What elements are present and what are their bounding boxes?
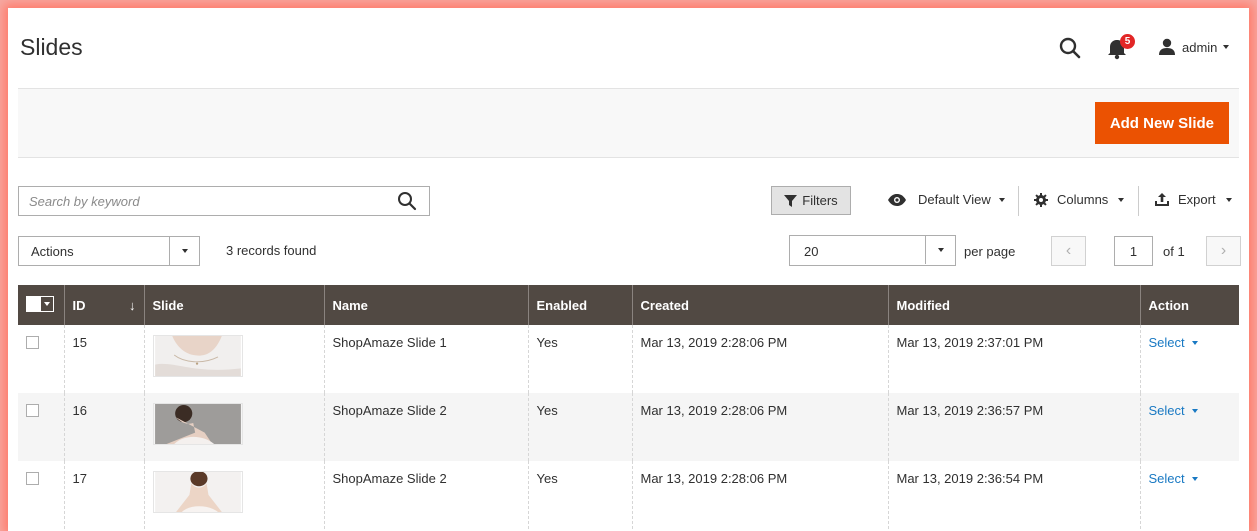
actions-label: Actions	[31, 244, 74, 259]
export-icon	[1155, 192, 1169, 206]
cell-enabled: Yes	[527, 325, 632, 393]
page-header: Slides 5 admin	[8, 8, 1249, 88]
row-checkbox[interactable]	[26, 472, 39, 485]
cell-slide	[143, 461, 324, 529]
filters-button[interactable]: Filters	[771, 186, 851, 215]
cell-modified: Mar 13, 2019 2:36:54 PM	[887, 461, 1140, 529]
chevron-down-icon	[925, 236, 955, 264]
previous-page-button[interactable]: ‹	[1051, 236, 1086, 266]
search-input[interactable]	[19, 187, 379, 215]
cell-name: ShopAmaze Slide 2	[323, 461, 528, 529]
column-header-modified[interactable]: Modified	[887, 285, 1140, 325]
page-actions-bar: Add New Slide	[18, 88, 1239, 158]
cell-created: Mar 13, 2019 2:28:06 PM	[631, 325, 888, 393]
slide-thumbnail[interactable]	[152, 471, 243, 513]
cell-modified: Mar 13, 2019 2:37:01 PM	[887, 325, 1140, 393]
toolbar-divider	[1018, 186, 1019, 216]
export-control[interactable]: Export	[1154, 192, 1232, 207]
cell-id: 16	[63, 393, 144, 461]
total-pages: of 1	[1163, 244, 1185, 259]
slides-grid: ID ↓ Slide Name Enabled Created Modified …	[18, 285, 1239, 529]
slide-thumbnail[interactable]	[152, 335, 243, 377]
row-action-select[interactable]: Select	[1149, 471, 1198, 486]
chevron-down-icon	[169, 237, 199, 265]
mass-select-checkbox[interactable]	[26, 296, 54, 312]
eye-icon	[888, 193, 906, 206]
row-select-cell	[18, 393, 64, 461]
records-count: 3 records found	[226, 243, 317, 258]
column-header-created[interactable]: Created	[631, 285, 888, 325]
chevron-down-icon	[1225, 197, 1232, 202]
row-action-select[interactable]: Select	[1149, 335, 1198, 350]
add-new-slide-button[interactable]: Add New Slide	[1094, 102, 1229, 144]
view-switcher[interactable]: Default View	[888, 192, 1005, 207]
view-label: Default View	[918, 192, 991, 207]
user-icon	[1159, 38, 1175, 55]
columns-label: Columns	[1057, 192, 1109, 207]
cell-created: Mar 13, 2019 2:28:06 PM	[631, 393, 888, 461]
cell-id: 15	[63, 325, 144, 393]
chevron-down-icon	[998, 197, 1005, 202]
header-search-icon[interactable]	[1058, 36, 1082, 60]
cell-created: Mar 13, 2019 2:28:06 PM	[631, 461, 888, 529]
per-page-value: 20	[804, 244, 819, 259]
page-title: Slides	[20, 34, 83, 60]
per-page-dropdown[interactable]: 20	[789, 235, 956, 266]
chevron-down-icon	[1223, 45, 1230, 49]
row-checkbox[interactable]	[26, 404, 39, 417]
chevron-down-icon	[1118, 197, 1125, 202]
chevron-down-icon	[1191, 340, 1198, 345]
chevron-down-icon	[1191, 408, 1198, 413]
cell-slide	[143, 325, 324, 393]
row-select-cell	[18, 461, 64, 529]
cell-id: 17	[63, 461, 144, 529]
user-name: admin	[1182, 39, 1218, 55]
funnel-icon	[784, 194, 798, 207]
table-row: 15 ShopAmaze Slide 1 Yes Mar 13, 2019 2:…	[18, 325, 1239, 393]
column-header-action: Action	[1139, 285, 1239, 325]
per-page-label: per page	[964, 244, 1016, 259]
filters-label: Filters	[802, 193, 838, 208]
column-header-slide[interactable]: Slide	[143, 285, 324, 325]
grid-header-row: ID ↓ Slide Name Enabled Created Modified …	[18, 285, 1239, 325]
column-header-enabled[interactable]: Enabled	[527, 285, 632, 325]
cell-name: ShopAmaze Slide 2	[323, 393, 528, 461]
row-select-cell	[18, 325, 64, 393]
sort-arrow-icon: ↓	[129, 297, 136, 313]
current-page-input[interactable]	[1114, 236, 1153, 266]
column-header-id[interactable]: ID ↓	[63, 285, 144, 325]
column-header-name[interactable]: Name	[323, 285, 528, 325]
export-label: Export	[1178, 192, 1216, 207]
cell-enabled: Yes	[527, 393, 632, 461]
user-menu[interactable]: admin	[1158, 36, 1230, 58]
chevron-left-icon: ‹	[1065, 242, 1072, 259]
cell-action: Select	[1139, 325, 1239, 393]
columns-control[interactable]: Columns	[1034, 192, 1125, 207]
toolbar-divider	[1138, 186, 1139, 216]
cell-action: Select	[1139, 461, 1239, 529]
table-row: 17 ShopAmaze Slide 2 Yes Mar 13, 2019 2:…	[18, 461, 1239, 529]
mass-actions-dropdown[interactable]: Actions	[18, 236, 200, 266]
next-page-button[interactable]: ›	[1206, 236, 1241, 266]
cell-slide	[143, 393, 324, 461]
admin-page: Slides 5 admin Add New Slide Search by k…	[8, 8, 1249, 531]
chevron-down-icon	[1191, 476, 1198, 481]
slide-thumbnail[interactable]	[152, 403, 243, 445]
search-submit-icon[interactable]	[397, 191, 417, 211]
row-action-select[interactable]: Select	[1149, 403, 1198, 418]
cell-modified: Mar 13, 2019 2:36:57 PM	[887, 393, 1140, 461]
gear-icon	[1034, 192, 1048, 207]
table-row: 16 ShopAmaze Slide 2 Yes Mar 13, 2019 2:…	[18, 393, 1239, 461]
notifications-bell-icon[interactable]: 5	[1106, 34, 1136, 60]
chevron-right-icon: ›	[1220, 242, 1227, 259]
row-checkbox[interactable]	[26, 336, 39, 349]
cell-action: Select	[1139, 393, 1239, 461]
notifications-badge: 5	[1120, 34, 1135, 49]
chevron-down-icon	[41, 297, 53, 311]
keyword-search	[18, 186, 430, 216]
cell-enabled: Yes	[527, 461, 632, 529]
cell-name: ShopAmaze Slide 1	[323, 325, 528, 393]
mass-select-header[interactable]	[18, 285, 64, 325]
